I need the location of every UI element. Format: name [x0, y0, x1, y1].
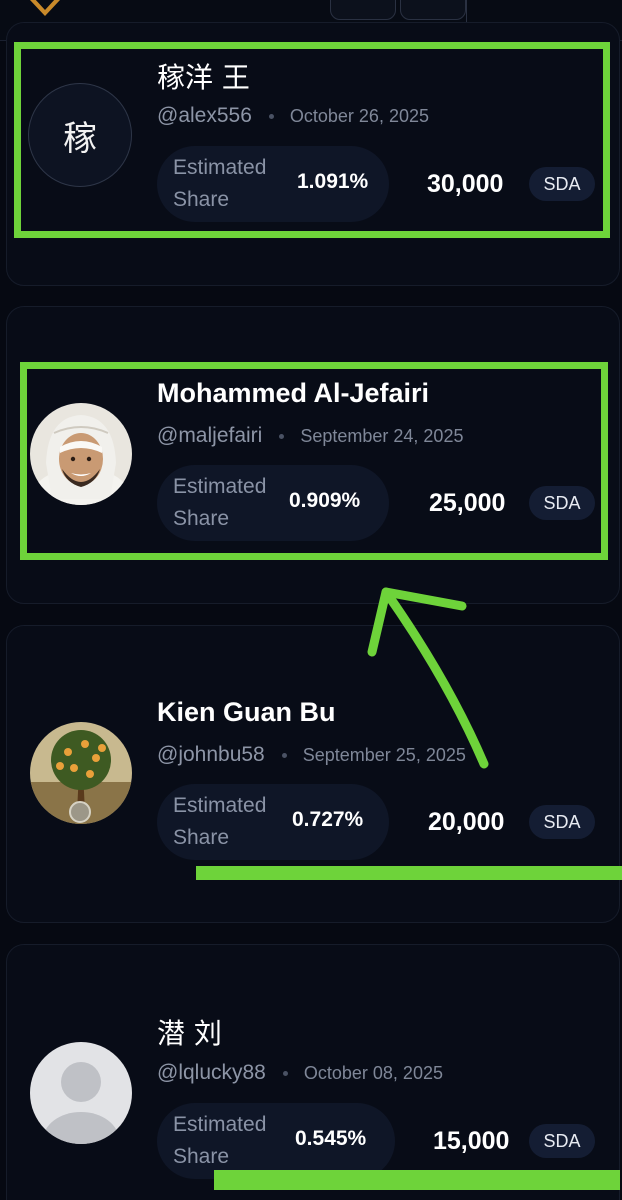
leaderboard-page: 稼 稼洋 王 @alex556 October 26, 2025 Estimat… — [0, 0, 622, 1200]
highlight-arrow-icon — [367, 587, 489, 769]
